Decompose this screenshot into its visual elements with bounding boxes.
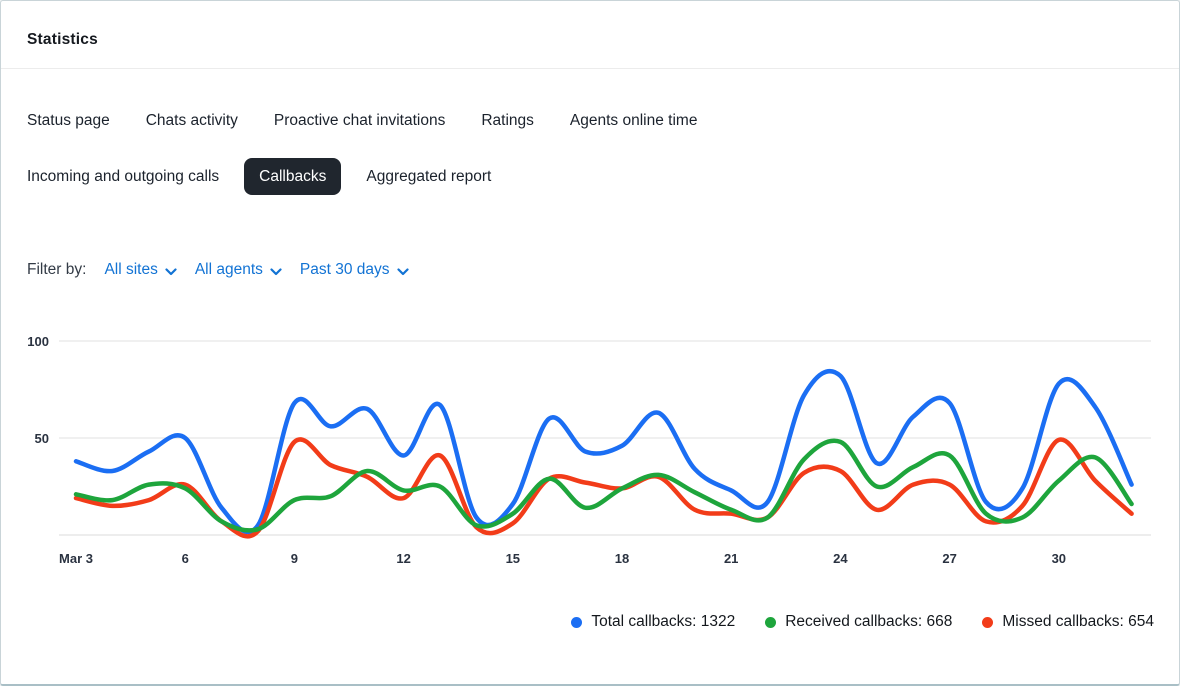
legend-dot-missed-callbacks (982, 617, 993, 628)
legend-item-total-callbacks: Total callbacks: 1322 (571, 613, 735, 631)
x-axis-label-mar-3: Mar 3 (59, 551, 93, 566)
filter-dropdown-label: Past 30 days (300, 261, 390, 279)
filter-by-label: Filter by: (27, 261, 86, 279)
statistics-tabs: Status page Chats activity Proactive chat … (27, 111, 1153, 195)
legend-label: Received callbacks: 668 (785, 613, 952, 631)
x-axis-label-15: 15 (506, 551, 520, 566)
legend-dot-total-callbacks (571, 617, 582, 628)
tab-status-page[interactable]: Status page (27, 111, 110, 130)
tab-incoming-and-outgoing-calls[interactable]: Incoming and outgoing calls (27, 167, 219, 186)
x-axis-label-12: 12 (396, 551, 410, 566)
tab-aggregated-report[interactable]: Aggregated report (366, 167, 491, 186)
tabs-row-1: Status page Chats activity Proactive chat … (27, 111, 1153, 130)
tabs-row-2: Incoming and outgoing calls Callbacks Aggr… (27, 158, 1153, 195)
callbacks-chart-area: 50 100 Mar 3 6 9 12 15 18 21 24 27 30 (1, 319, 1179, 569)
filter-bar: Filter by: All sites All agents Past 30 da… (27, 261, 1153, 279)
statistics-panel: Statistics Status page Chats activity Proa… (0, 0, 1180, 686)
chevron-down-icon (165, 268, 177, 276)
filter-dropdown-label: All agents (195, 261, 263, 279)
filter-dropdown-past-30-days[interactable]: Past 30 days (300, 261, 409, 279)
tab-agents-online-time[interactable]: Agents online time (570, 111, 698, 130)
y-axis-label-50: 50 (35, 431, 49, 446)
x-axis-label-9: 9 (291, 551, 298, 566)
chart-legend: Total callbacks: 1322 Received callbacks:… (1, 613, 1179, 631)
legend-label: Total callbacks: 1322 (591, 613, 735, 631)
filter-dropdown-all-sites[interactable]: All sites (104, 261, 176, 279)
page-title: Statistics (27, 31, 1179, 49)
tab-callbacks[interactable]: Callbacks (244, 158, 341, 195)
filter-dropdown-all-agents[interactable]: All agents (195, 261, 282, 279)
x-axis-label-24: 24 (833, 551, 848, 566)
x-axis-label-27: 27 (942, 551, 956, 566)
legend-label: Missed callbacks: 654 (1002, 613, 1154, 631)
filter-dropdown-label: All sites (104, 261, 157, 279)
legend-item-received-callbacks: Received callbacks: 668 (765, 613, 952, 631)
page-header: Statistics (1, 1, 1179, 69)
y-axis-label-100: 100 (27, 334, 49, 349)
chevron-down-icon (397, 268, 409, 276)
tab-ratings[interactable]: Ratings (481, 111, 534, 130)
x-axis-label-30: 30 (1052, 551, 1066, 566)
x-axis-label-21: 21 (724, 551, 738, 566)
tab-chats-activity[interactable]: Chats activity (146, 111, 238, 130)
chevron-down-icon (270, 268, 282, 276)
legend-dot-received-callbacks (765, 617, 776, 628)
tab-proactive-chat-invitations[interactable]: Proactive chat invitations (274, 111, 445, 130)
legend-item-missed-callbacks: Missed callbacks: 654 (982, 613, 1154, 631)
x-axis-label-18: 18 (615, 551, 629, 566)
x-axis-label-6: 6 (182, 551, 189, 566)
callbacks-line-chart: 50 100 Mar 3 6 9 12 15 18 21 24 27 30 (1, 319, 1179, 569)
